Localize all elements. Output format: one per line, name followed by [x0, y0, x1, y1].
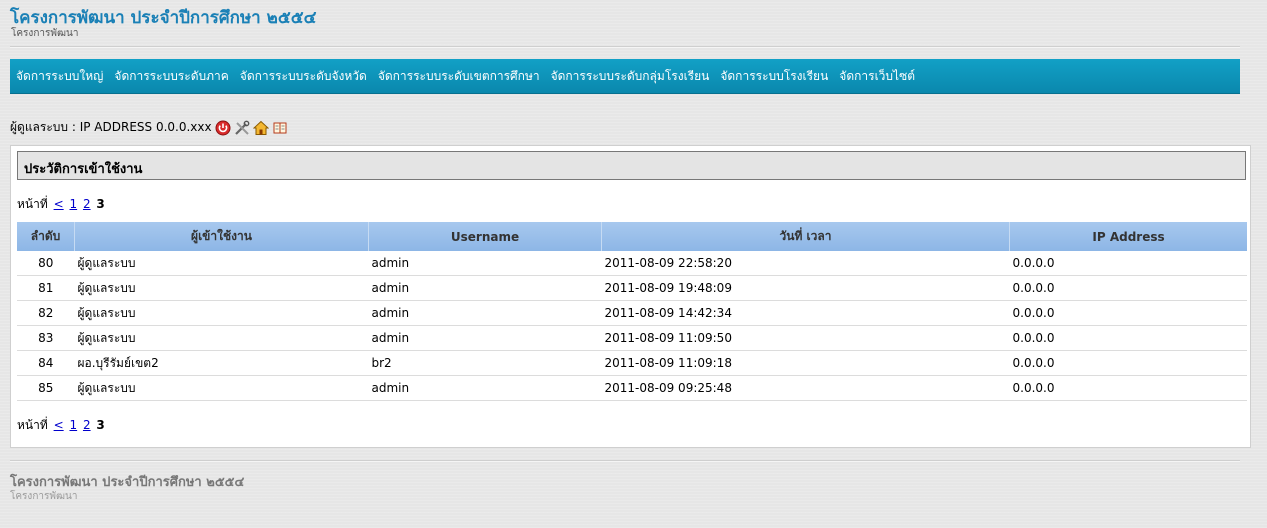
cell-datetime: 2011-08-09 14:42:34: [601, 300, 1010, 326]
table-row: 81 ผู้ดูแลระบบ admin 2011-08-09 19:48:09…: [17, 275, 1247, 301]
column-header-datetime[interactable]: วันที่ เวลา: [601, 222, 1010, 251]
cell-ip: 0.0.0.0: [1009, 375, 1247, 401]
column-header-username[interactable]: Username: [368, 222, 602, 251]
login-history-panel: ประวัติการเข้าใช้งาน หน้าที่ < 1 2 3 ลำด…: [10, 145, 1251, 448]
cell-user: ผู้ดูแลระบบ: [74, 375, 369, 401]
home-icon[interactable]: [252, 120, 269, 136]
cell-order: 85: [17, 375, 75, 401]
table-row: 85 ผู้ดูแลระบบ admin 2011-08-09 09:25:48…: [17, 375, 1247, 401]
cell-ip: 0.0.0.0: [1009, 325, 1247, 351]
nav-item-school-group[interactable]: จัดการระบบระดับกลุ่มโรงเรียน: [551, 67, 710, 86]
cell-user: ผอ.บุรีรัมย์เขต2: [74, 350, 369, 376]
cell-order: 82: [17, 300, 75, 326]
admin-info: ผู้ดูแลระบบ : IP ADDRESS 0.0.0.xxx: [10, 118, 288, 137]
cell-username: admin: [368, 275, 602, 301]
book-icon[interactable]: [272, 120, 288, 136]
nav-item-education-area[interactable]: จัดการระบบระดับเขตการศึกษา: [378, 67, 540, 86]
cell-username: admin: [368, 251, 602, 276]
cell-datetime: 2011-08-09 11:09:18: [601, 350, 1010, 376]
divider: [10, 46, 1240, 48]
cell-ip: 0.0.0.0: [1009, 251, 1247, 276]
cell-user: ผู้ดูแลระบบ: [74, 275, 369, 301]
cell-datetime: 2011-08-09 11:09:50: [601, 325, 1010, 351]
table-header-row: ลำดับ ผู้เข้าใช้งาน Username วันที่ เวลา…: [17, 222, 1247, 251]
cell-order: 81: [17, 275, 75, 301]
cell-order: 80: [17, 251, 75, 276]
pager-page-2-link[interactable]: 2: [83, 197, 91, 211]
power-icon[interactable]: [215, 120, 231, 136]
cell-ip: 0.0.0.0: [1009, 350, 1247, 376]
footer-subtitle: โครงการพัฒนา: [10, 491, 78, 502]
column-header-ip[interactable]: IP Address: [1009, 222, 1247, 251]
table-row: 84 ผอ.บุรีรัมย์เขต2 br2 2011-08-09 11:09…: [17, 350, 1247, 376]
cell-datetime: 2011-08-09 22:58:20: [601, 251, 1010, 276]
cell-datetime: 2011-08-09 19:48:09: [601, 275, 1010, 301]
admin-ip-text: ผู้ดูแลระบบ : IP ADDRESS 0.0.0.xxx: [10, 120, 212, 134]
nav-item-website[interactable]: จัดการเว็บไซต์: [839, 67, 915, 86]
cell-username: admin: [368, 375, 602, 401]
pager-page-1-link[interactable]: 1: [69, 197, 77, 211]
table-row: 82 ผู้ดูแลระบบ admin 2011-08-09 14:42:34…: [17, 300, 1247, 326]
cell-username: br2: [368, 350, 602, 376]
cell-user: ผู้ดูแลระบบ: [74, 300, 369, 326]
cell-ip: 0.0.0.0: [1009, 300, 1247, 326]
cell-username: admin: [368, 300, 602, 326]
nav-item-province[interactable]: จัดการระบบระดับจังหวัด: [240, 67, 367, 86]
pager-label: หน้าที่: [17, 418, 48, 432]
pager-page-1-link[interactable]: 1: [69, 418, 77, 432]
table-row: 83 ผู้ดูแลระบบ admin 2011-08-09 11:09:50…: [17, 325, 1247, 351]
nav-item-school[interactable]: จัดการระบบโรงเรียน: [720, 67, 828, 86]
table-row: 80 ผู้ดูแลระบบ admin 2011-08-09 22:58:20…: [17, 251, 1247, 276]
pager-prev-link[interactable]: <: [54, 418, 64, 432]
cell-order: 84: [17, 350, 75, 376]
pager-label: หน้าที่: [17, 197, 48, 211]
pager-bottom: หน้าที่ < 1 2 3: [17, 416, 105, 435]
column-header-user[interactable]: ผู้เข้าใช้งาน: [74, 222, 369, 251]
pager-current-page: 3: [96, 197, 105, 211]
pager-current-page: 3: [96, 418, 105, 432]
cell-user: ผู้ดูแลระบบ: [74, 251, 369, 276]
cell-datetime: 2011-08-09 09:25:48: [601, 375, 1010, 401]
login-history-table: ลำดับ ผู้เข้าใช้งาน Username วันที่ เวลา…: [17, 222, 1247, 401]
pager-top: หน้าที่ < 1 2 3: [17, 195, 105, 214]
footer-divider: [10, 460, 1240, 462]
nav-item-main-system[interactable]: จัดการระบบใหญ่: [16, 67, 103, 86]
tools-icon[interactable]: [234, 120, 250, 136]
cell-ip: 0.0.0.0: [1009, 275, 1247, 301]
nav-item-region[interactable]: จัดการระบบระดับภาค: [114, 67, 228, 86]
cell-user: ผู้ดูแลระบบ: [74, 325, 369, 351]
main-nav: จัดการระบบใหญ่ จัดการระบบระดับภาค จัดการ…: [10, 59, 1240, 94]
site-subtitle: โครงการพัฒนา: [11, 28, 79, 39]
cell-username: admin: [368, 325, 602, 351]
column-header-order[interactable]: ลำดับ: [17, 222, 75, 251]
pager-page-2-link[interactable]: 2: [83, 418, 91, 432]
pager-prev-link[interactable]: <: [54, 197, 64, 211]
panel-title: ประวัติการเข้าใช้งาน: [17, 151, 1246, 180]
cell-order: 83: [17, 325, 75, 351]
